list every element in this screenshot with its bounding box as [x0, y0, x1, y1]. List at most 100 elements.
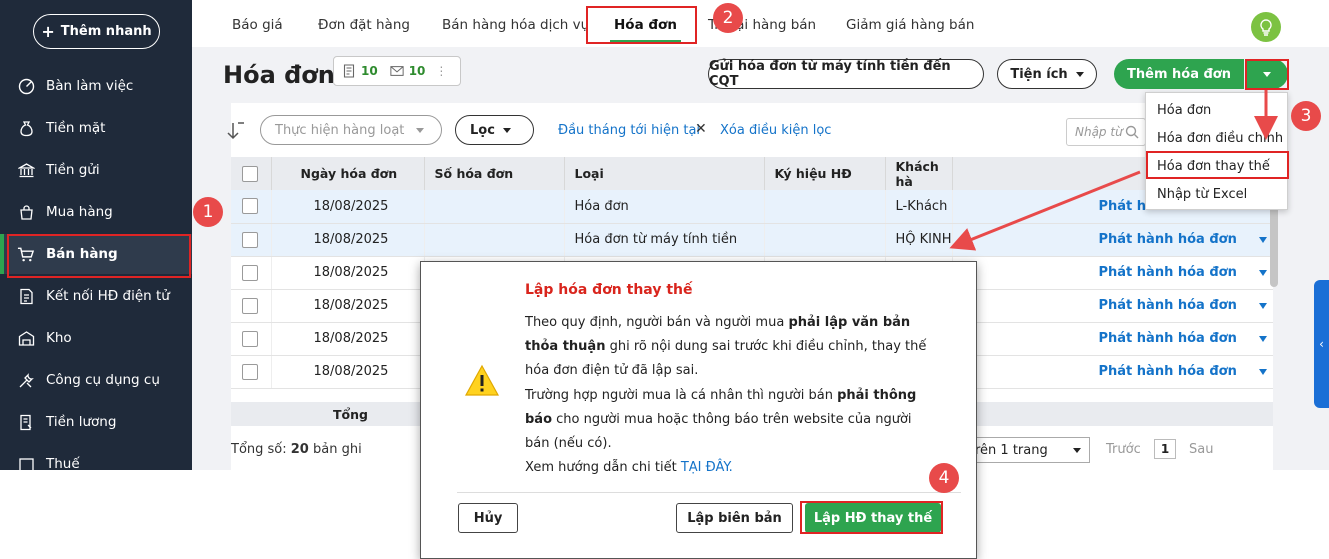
cell-action: Phát hành hóa đơn [952, 355, 1273, 389]
dialog-title: Lập hóa đơn thay thế [525, 282, 693, 298]
highlight-invoice-tab [586, 6, 697, 44]
payroll-icon [17, 413, 35, 431]
next-page-button[interactable]: Sau [1189, 442, 1213, 457]
issue-invoice-link[interactable]: Phát hành hóa đơn [1099, 265, 1237, 280]
cell-date: 18/08/2025 [271, 190, 425, 224]
highlight-replacement-item [1146, 151, 1289, 179]
select-all-header [231, 157, 272, 190]
row-checkbox[interactable] [242, 264, 258, 281]
menu-item-import-excel[interactable]: Nhập từ Excel [1157, 187, 1247, 202]
step-badge-2: 2 [713, 3, 743, 33]
row-checkbox[interactable] [242, 198, 258, 215]
col-invoice-date[interactable]: Ngày hóa đơn [271, 157, 425, 190]
cell-action: Phát hành hóa đơn [952, 289, 1273, 323]
document-icon [343, 64, 355, 78]
step-badge-3: 3 [1291, 101, 1321, 131]
app-window: + Thêm nhanh Bàn làm việc Tiền mặt Tiền g… [0, 0, 1329, 559]
sidebar-item-payroll[interactable]: Tiền lương [0, 402, 192, 442]
row-checkbox[interactable] [242, 297, 258, 314]
sidebar-item-tax[interactable]: Thuế [0, 444, 192, 470]
sidebar-item-tools[interactable]: Công cụ dụng cụ [0, 360, 192, 400]
sidebar-item-warehouse[interactable]: Kho [0, 318, 192, 358]
chevron-down-icon[interactable] [1258, 236, 1267, 243]
money-bag-icon [17, 119, 35, 137]
sidebar-item-purchase[interactable]: Mua hàng [0, 192, 192, 232]
row-checkbox[interactable] [242, 231, 258, 248]
send-cashregister-button[interactable]: Gửi hóa đơn từ máy tính tiền đến CQT [708, 59, 984, 89]
e-invoice-icon [17, 287, 35, 305]
utility-button[interactable]: Tiện ích [997, 59, 1097, 89]
guide-link[interactable]: TẠI ĐÂY. [681, 460, 733, 475]
page-size-select[interactable]: rên 1 trang [966, 437, 1090, 463]
col-customer[interactable]: Khách hà [885, 157, 953, 190]
row-checkbox-cell [231, 322, 272, 356]
issue-invoice-link[interactable]: Phát hành hóa đơn [1099, 331, 1237, 346]
cell-date: 18/08/2025 [271, 322, 425, 356]
close-icon[interactable]: ✕ [695, 121, 707, 137]
tab-bar: Báo giá Đơn đặt hàng Bán hàng hóa dịch v… [192, 0, 1329, 47]
col-type[interactable]: Loại [564, 157, 765, 190]
select-all-checkbox[interactable] [242, 165, 258, 182]
lightbulb-icon[interactable] [1251, 12, 1281, 42]
filter-dropdown[interactable]: Lọc [455, 115, 534, 145]
tab-sales-order[interactable]: Đơn đặt hàng [318, 17, 410, 33]
chevron-down-icon[interactable] [1258, 335, 1267, 342]
sidebar-item-deposit[interactable]: Tiền gửi [0, 150, 192, 190]
col-invoice-number[interactable]: Số hóa đơn [424, 157, 565, 190]
message-paragraph-2: Trường hợp người mua là cá nhân thì ngườ… [525, 387, 917, 452]
table-row[interactable]: 18/08/2025Hóa đơnL-KháchPhát hành hóa đơ… [231, 190, 1273, 224]
search-icon [1125, 125, 1139, 139]
chevron-down-icon[interactable] [1258, 302, 1267, 309]
chevron-down-icon[interactable] [1258, 368, 1267, 375]
sort-arrow-icon[interactable] [225, 121, 245, 141]
chevron-down-icon [1075, 71, 1084, 77]
sidebar-item-dashboard[interactable]: Bàn làm việc [0, 66, 192, 106]
create-record-button[interactable]: Lập biên bản [676, 503, 793, 533]
mail-icon [390, 66, 404, 76]
quick-add-button[interactable]: + Thêm nhanh [33, 14, 160, 49]
warning-icon [464, 364, 500, 396]
sidebar-item-cash[interactable]: Tiền mặt [0, 108, 192, 148]
chevron-down-icon[interactable] [1258, 269, 1267, 276]
row-checkbox[interactable] [242, 363, 258, 380]
menu-item-invoice[interactable]: Hóa đơn [1157, 103, 1211, 118]
issue-invoice-link[interactable]: Phát hành hóa đơn [1099, 364, 1237, 379]
more-vertical-icon[interactable]: ⋮ [435, 64, 447, 78]
side-panel-toggle[interactable]: ‹ [1314, 280, 1329, 408]
issue-invoice-link[interactable]: Phát hành hóa đơn [1099, 298, 1237, 313]
cell-action: Phát hành hóa đơn [952, 322, 1273, 356]
cell-date: 18/08/2025 [271, 256, 425, 290]
cell-date: 18/08/2025 [271, 223, 425, 257]
bulk-action-dropdown[interactable]: Thực hiện hàng loạt [260, 115, 442, 145]
cancel-button[interactable]: Hủy [458, 503, 518, 533]
tab-quote[interactable]: Báo giá [232, 17, 283, 33]
tab-sales-service[interactable]: Bán hàng hóa dịch vụ [442, 17, 589, 33]
row-checkbox[interactable] [242, 330, 258, 347]
record-count: Tổng số: 20 bản ghi [231, 442, 362, 457]
clear-filter-link[interactable]: Xóa điều kiện lọc [720, 123, 831, 138]
cell-action: Phát hành hóa đơn [952, 256, 1273, 290]
issue-invoice-link[interactable]: Phát hành hóa đơn [1099, 232, 1237, 247]
chevron-down-icon [502, 127, 511, 133]
cell-symbol [764, 223, 886, 257]
dashboard-icon [17, 77, 35, 95]
step-badge-1: 1 [193, 197, 223, 227]
row-checkbox-cell [231, 223, 272, 257]
add-invoice-button[interactable]: Thêm hóa đơn [1114, 59, 1244, 89]
invoice-counter[interactable]: 10 10 ⋮ [333, 56, 461, 86]
row-checkbox-cell [231, 256, 272, 290]
menu-item-adjustment-invoice[interactable]: Hóa đơn điều chỉnh [1157, 131, 1283, 146]
step-badge-4: 4 [929, 463, 959, 493]
warehouse-icon [17, 329, 35, 347]
counter-b: 10 [408, 64, 426, 78]
tab-sales-discount[interactable]: Giảm giá hàng bán [846, 17, 974, 33]
prev-page-button[interactable]: Trước [1106, 442, 1141, 457]
sidebar-item-e-invoice[interactable]: Kết nối HĐ điện tử [0, 276, 192, 316]
cell-action: Phát hành hóa đơn [952, 223, 1273, 257]
col-symbol[interactable]: Ký hiệu HĐ [764, 157, 886, 190]
search-input[interactable]: Nhập từ [1066, 118, 1146, 146]
plus-icon: + [41, 22, 55, 41]
table-row[interactable]: 18/08/2025 Hóa đơn từ máy tính tiền HỘ KIN… [231, 223, 1273, 257]
page-number[interactable]: 1 [1154, 439, 1176, 459]
period-filter-tag[interactable]: Đầu tháng tới hiện tại [558, 123, 700, 138]
